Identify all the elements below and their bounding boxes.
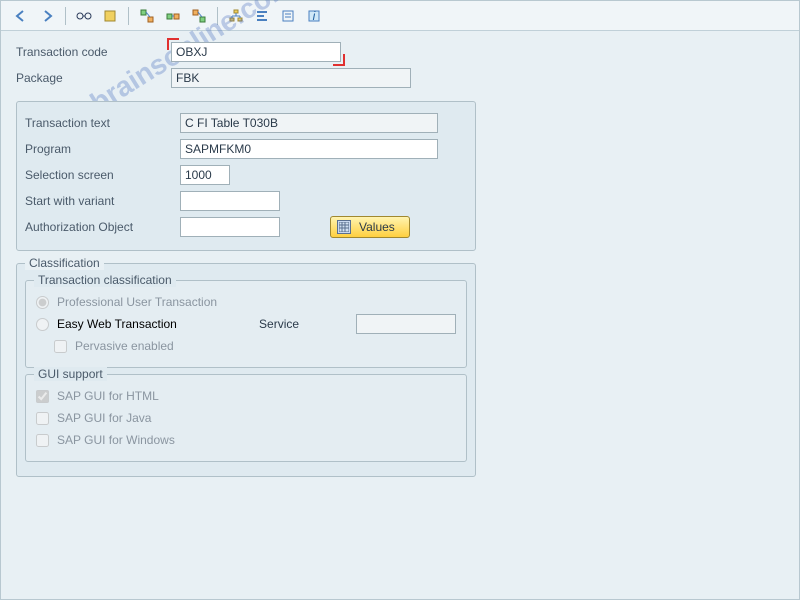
radio-easy-label: Easy Web Transaction: [57, 317, 177, 331]
program-input[interactable]: [180, 139, 438, 159]
values-button-label: Values: [359, 220, 395, 234]
table-icon: [337, 220, 351, 234]
selscreen-label: Selection screen: [25, 168, 180, 182]
radio-easy[interactable]: [36, 318, 49, 331]
check-pervasive[interactable]: [54, 340, 67, 353]
classification-title: Classification: [25, 256, 104, 270]
transport-icon[interactable]: [189, 6, 209, 26]
back-icon[interactable]: [11, 6, 31, 26]
variant-input[interactable]: [180, 191, 280, 211]
radio-prof[interactable]: [36, 296, 49, 309]
program-label: Program: [25, 142, 180, 156]
info-icon[interactable]: i: [304, 6, 324, 26]
package-input[interactable]: [171, 68, 411, 88]
service-input[interactable]: [356, 314, 456, 334]
package-label: Package: [16, 71, 171, 85]
filter-icon[interactable]: [278, 6, 298, 26]
align-icon[interactable]: [252, 6, 272, 26]
text-input[interactable]: [180, 113, 438, 133]
check-gui-win-label: SAP GUI for Windows: [57, 433, 175, 447]
tcode-label: Transaction code: [16, 45, 171, 59]
forward-icon[interactable]: [37, 6, 57, 26]
authobj-input[interactable]: [180, 217, 280, 237]
tcode-input[interactable]: [171, 42, 341, 62]
variant-label: Start with variant: [25, 194, 180, 208]
check-pervasive-label: Pervasive enabled: [75, 339, 174, 353]
values-button[interactable]: Values: [330, 216, 410, 238]
radio-prof-label: Professional User Transaction: [57, 295, 217, 309]
where-used-icon[interactable]: [163, 6, 183, 26]
svg-text:i: i: [313, 9, 316, 23]
org-icon[interactable]: [226, 6, 246, 26]
tclass-title: Transaction classification: [34, 273, 176, 287]
hierarchy-icon[interactable]: [137, 6, 157, 26]
selscreen-input[interactable]: [180, 165, 230, 185]
check-gui-java[interactable]: [36, 412, 49, 425]
check-gui-win[interactable]: [36, 434, 49, 447]
check-gui-html-label: SAP GUI for HTML: [57, 389, 159, 403]
toolbar: i: [1, 1, 799, 31]
check-gui-java-label: SAP GUI for Java: [57, 411, 151, 425]
check-gui-html[interactable]: [36, 390, 49, 403]
glasses-icon[interactable]: [74, 6, 94, 26]
text-label: Transaction text: [25, 116, 180, 130]
authobj-label: Authorization Object: [25, 220, 180, 234]
execute-icon[interactable]: [100, 6, 120, 26]
gui-title: GUI support: [34, 367, 107, 381]
service-label: Service: [259, 317, 356, 331]
